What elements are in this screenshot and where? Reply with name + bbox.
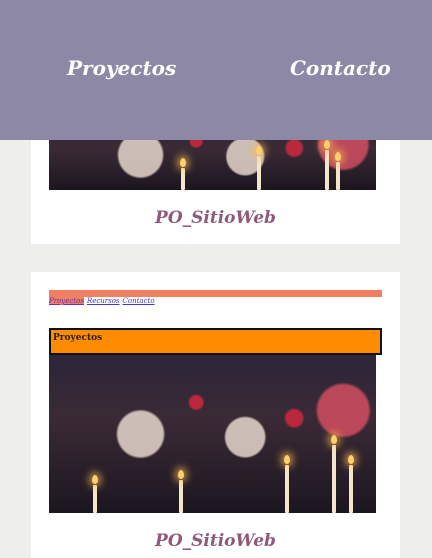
preview-nav-item: Proyectos [49, 297, 84, 305]
preview-header: Proyectos [49, 328, 382, 355]
top-navigation-bar: Proyectos Contacto [0, 0, 432, 140]
project-thumbnail[interactable] [49, 355, 376, 513]
preview-nav: Proyectos Recursos Contacto [49, 297, 158, 309]
project-title[interactable]: PO_SitioWeb [31, 531, 400, 551]
project-title[interactable]: PO_SitioWeb [31, 208, 400, 228]
nav-link-contacto[interactable]: Contacto [290, 56, 391, 80]
preview-top-bar [49, 290, 382, 297]
preview-nav-item: Recursos [86, 297, 120, 305]
nav-link-proyectos[interactable]: Proyectos [67, 56, 176, 80]
project-card[interactable]: Proyectos Recursos Contacto Proyectos PO_S… [31, 272, 400, 558]
preview-nav-item: Contacto [122, 297, 155, 305]
